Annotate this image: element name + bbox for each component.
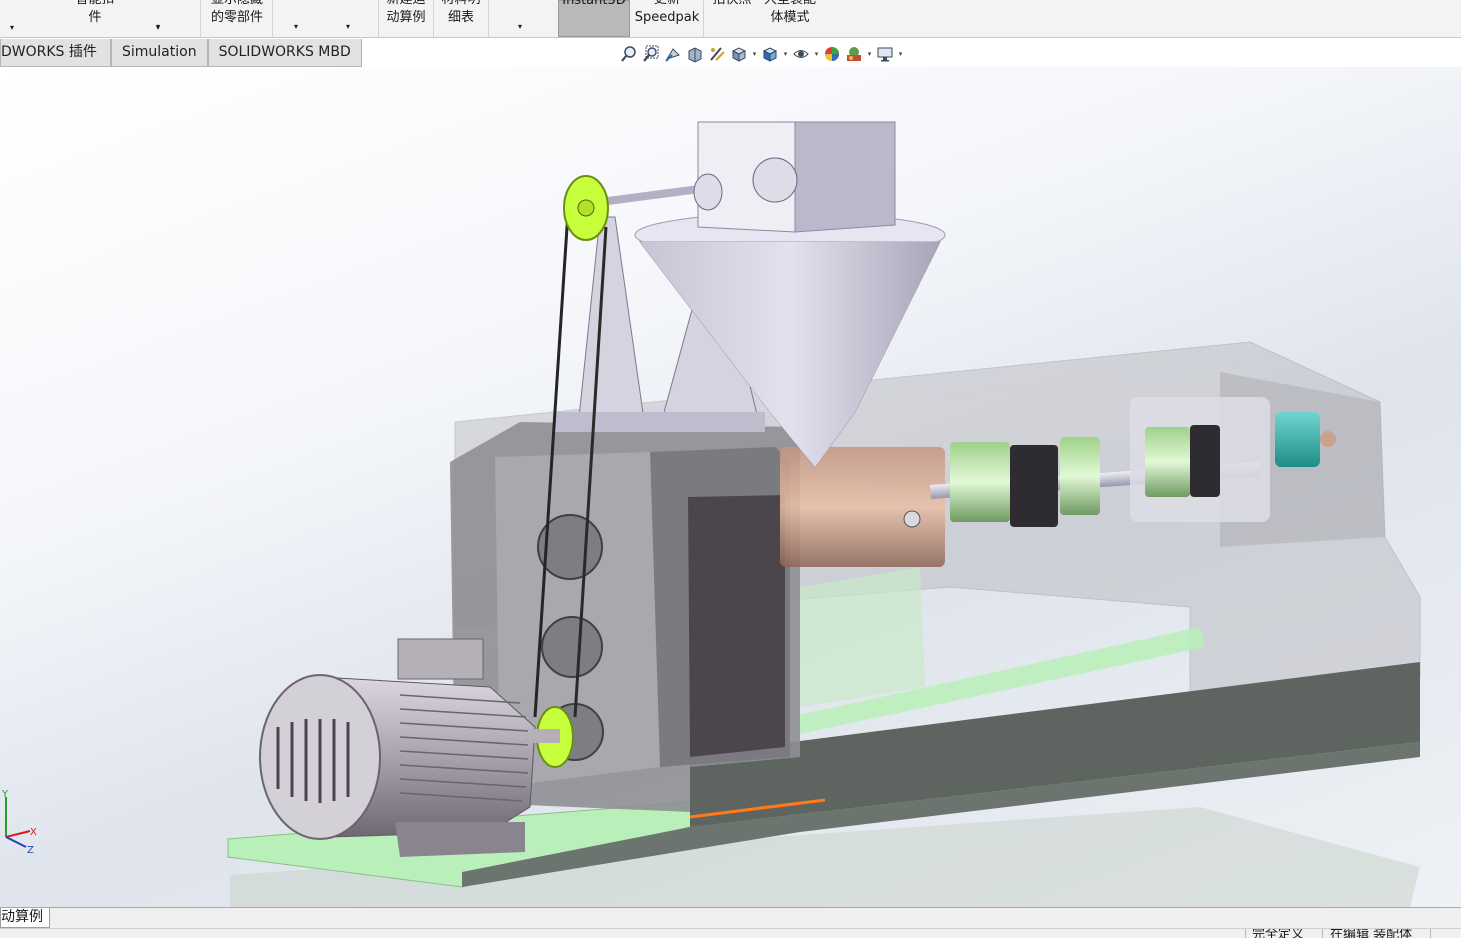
apply-scene-icon[interactable] [843,43,865,65]
bom-label-2: 细表 [447,10,474,25]
view-settings-icon[interactable] [874,43,896,65]
chevron-down-icon[interactable]: ▾ [865,50,874,58]
bill-of-materials-button[interactable]: 材料明 细表 [434,0,488,37]
update-speedpak-button[interactable]: 更新 Speedpak [634,0,700,37]
tab-simulation[interactable]: Simulation [111,39,208,67]
gearbox-dark-panel [688,495,785,757]
chevron-down-icon[interactable]: ▾ [896,50,905,58]
bottom-tab-bar: 运动算例 1 [0,907,1461,928]
update-speedpak-label-1: 更新 [634,0,700,8]
bom-label-1: 材料明 [434,0,488,8]
show-hidden-components-button[interactable]: 显示隐藏 的零部件 [204,0,270,37]
show-hidden-label-2: 的零部件 [210,10,263,25]
status-separator [1430,929,1431,938]
take-snapshot-button[interactable]: 拍快照 [706,0,758,37]
chevron-down-icon[interactable]: ▾ [518,22,522,31]
chevron-down-icon[interactable]: ▾ [346,22,350,31]
extruder-assembly-model[interactable] [0,67,1461,907]
display-style-icon[interactable] [759,43,781,65]
heater-band-1 [950,442,1010,522]
flange-plate [752,157,798,203]
large-assembly-mode-button[interactable]: 大型装配 体模式 [758,0,822,37]
graphics-area[interactable]: Y X Z [0,67,1461,907]
heater-band-2 [1060,437,1100,515]
chevron-down-icon[interactable]: ▾ [781,50,790,58]
smart-fastener-label-2: 件 [88,10,102,25]
tab-motion-study-1[interactable]: 运动算例 1 [0,908,50,928]
triad-z-label: Z [27,845,34,856]
ribbon-separator [378,0,379,37]
chevron-down-icon[interactable]: ▾ [294,22,298,31]
nozzle-tip [1320,431,1336,447]
hide-show-icon[interactable] [790,43,812,65]
tab-solidworks-mbd[interactable]: SOLIDWORKS MBD [207,39,362,67]
command-manager-ribbon: ▾ 智能扣 件 ▾ ▾ 显示隐藏 的零部件 ▾ ▾ 新建运 动算例 材料明 细表… [0,0,1461,38]
heater-band-3 [1145,427,1190,497]
hopper-base-plate [555,412,765,432]
ribbon-separator [200,0,201,37]
section-view-icon[interactable] [684,43,706,65]
motion-study-label: 运动算例 1 [0,909,49,925]
view-orientation-icon[interactable] [728,43,750,65]
dynamic-annotation-icon[interactable] [706,43,728,65]
large-assembly-label-2: 体模式 [770,10,810,25]
ribbon-separator [272,0,273,37]
instant3d-label: Instant3D [562,0,626,8]
upper-pulley-hub [577,199,595,217]
zoom-to-fit-icon[interactable] [618,43,640,65]
show-hidden-label-1: 显示隐藏 [204,0,270,8]
triad-y-label: Y [1,789,9,800]
edit-appearance-icon[interactable] [821,43,843,65]
ribbon-dropdown-0[interactable]: ▾ [0,0,30,37]
hopper-frame-left [577,216,646,428]
large-assembly-label-1: 大型装配 [758,0,822,8]
status-editing: 在编辑 装配体 [1330,928,1413,938]
status-bar: 完全定义 在编辑 装配体 [0,928,1461,938]
snapshot-label: 拍快照 [706,0,758,8]
new-motion-study-button[interactable]: 新建运 动算例 [380,0,432,37]
smart-fastener-button[interactable]: 智能扣 件 ▾ [60,0,160,37]
status-separator [1322,929,1323,938]
barrel-section-copper [780,447,945,567]
zoom-to-area-icon[interactable] [640,43,662,65]
nozzle-teal [1275,412,1320,467]
heads-up-view-toolbar: ▾ ▾ ▾ ▾ ▾ [618,43,905,65]
ribbon-separator [488,0,489,37]
chevron-down-icon[interactable]: ▾ [156,22,160,31]
motor-foot [395,822,525,857]
new-motion-study-label-2: 动算例 [386,10,426,25]
update-speedpak-label-2: Speedpak [634,10,700,25]
smart-fastener-label-1: 智能扣 [60,0,130,8]
ribbon-separator [703,0,704,37]
input-flange [693,173,723,211]
chevron-down-icon[interactable]: ▾ [750,50,759,58]
status-separator [1245,929,1246,938]
tab-solidworks-addins[interactable]: DWORKS 插件 [0,39,111,67]
coordinate-triad: Y X Z [1,789,37,856]
heater-band-dark [1010,445,1058,527]
hopper-gearbox-side [794,121,896,233]
barrel-bracket [800,567,925,707]
chevron-down-icon[interactable]: ▾ [10,24,14,32]
command-manager-tabs: DWORKS 插件 Simulation SOLIDWORKS MBD [0,39,362,67]
motor-terminal-box [397,638,484,680]
previous-view-icon[interactable] [662,43,684,65]
new-motion-study-label-1: 新建运 [380,0,432,8]
triad-x-label: X [30,827,37,838]
gear-cover-middle [541,616,603,678]
motor-shaft [530,729,560,743]
status-definition: 完全定义 [1252,928,1305,938]
instant3d-button[interactable]: Instant3D [558,0,630,37]
chevron-down-icon[interactable]: ▾ [812,50,821,58]
heater-band-dark-2 [1190,425,1220,497]
barrel-bolt [903,510,921,528]
